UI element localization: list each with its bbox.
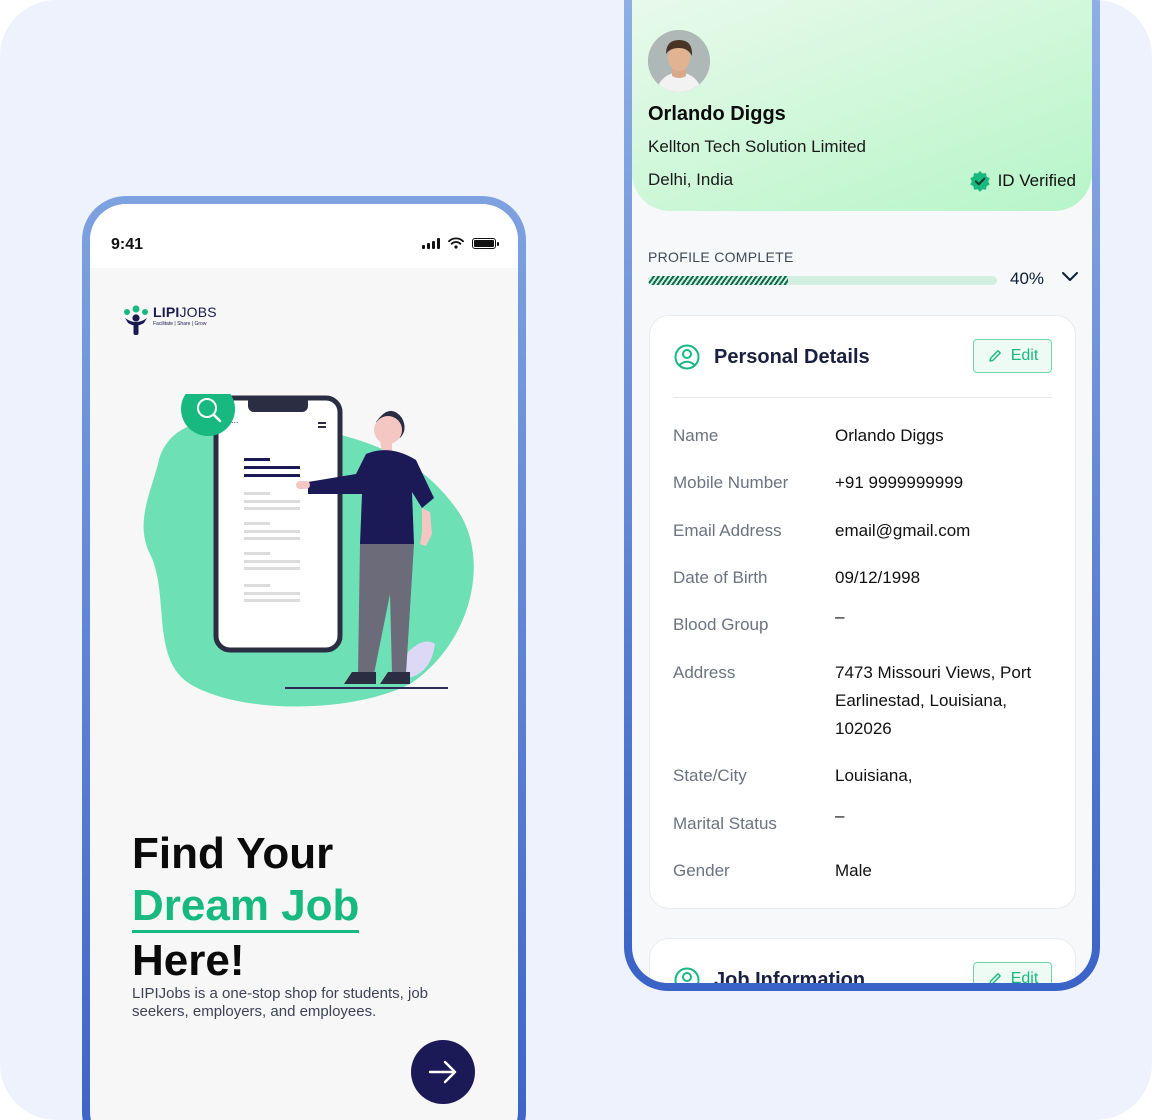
verified-badge-icon — [969, 171, 990, 192]
job-information-header: Job Information — [674, 967, 865, 983]
status-icons — [422, 237, 499, 249]
pencil-icon — [989, 973, 1001, 983]
personal-details-card: Personal Details Edit Name Orlando Diggs… — [649, 315, 1076, 909]
headline-line-1: Find Your — [132, 829, 334, 878]
field-value: 7473 Missouri Views, Port Earlinestad, L… — [835, 663, 1032, 738]
profile-screen: Orlando Diggs Kellton Tech Solution Limi… — [632, 0, 1092, 983]
status-time: 9:41 — [111, 236, 144, 253]
profile-location: Delhi, India — [648, 170, 734, 189]
field-value: email@gmail.com — [835, 521, 971, 540]
field-label: Address — [673, 663, 736, 682]
personal-details-header: Personal Details — [674, 344, 870, 370]
canvas-background: 9:41 LIPIJOBS Facilitate | Share | Grow … — [0, 0, 1152, 1120]
profile-complete-label: PROFILE COMPLETE — [648, 249, 794, 265]
profile-company: Kellton Tech Solution Limited — [648, 137, 866, 156]
profile-complete-fill — [648, 276, 788, 285]
field-label: Email Address — [673, 521, 782, 540]
avatar[interactable] — [648, 30, 710, 92]
field-label: Name — [673, 426, 719, 445]
field-label: Blood Group — [673, 615, 769, 634]
lipijobs-logo: LIPIJOBS Facilitate | Share | Grow — [123, 304, 217, 336]
signal-icon — [422, 237, 440, 249]
user-circle-icon — [674, 344, 700, 370]
edit-label: Edit — [1010, 347, 1039, 364]
user-circle-icon — [674, 967, 700, 983]
onboarding-phone: 9:41 LIPIJOBS Facilitate | Share | Grow … — [82, 196, 526, 1120]
arrow-right-icon — [428, 1060, 457, 1084]
logo-brand-light: JOBS — [179, 304, 217, 320]
headline-line-3: Here! — [132, 936, 245, 985]
verified-badge: ID Verified — [969, 170, 1076, 192]
profile-complete-value: 40% — [1010, 269, 1045, 288]
profile-phone: Orlando Diggs Kellton Tech Solution Limi… — [624, 0, 1100, 991]
hero-subcopy: LIPIJobs is a one-stop shop for students… — [132, 985, 429, 1020]
job-information-title: Job Information — [714, 968, 866, 984]
verified-label: ID Verified — [997, 171, 1076, 190]
logo-mark-icon — [124, 305, 148, 335]
profile-header: Orlando Diggs Kellton Tech Solution Limi… — [632, 0, 1092, 211]
pencil-icon — [989, 350, 1001, 362]
field-label: Marital Status — [673, 814, 777, 833]
field-label: Mobile Number — [673, 473, 789, 492]
job-information-edit-button[interactable]: Edit — [973, 962, 1052, 983]
field-value: 09/12/1998 — [835, 568, 921, 587]
job-information-card: Job Information Edit — [649, 938, 1076, 983]
headline-accent: Dream Job — [132, 884, 360, 933]
hero-headline: Find Your Dream Job Here! — [132, 828, 360, 987]
profile-name: Orlando Diggs — [648, 103, 786, 125]
field-value: Orlando Diggs — [835, 426, 944, 445]
wifi-icon — [448, 237, 464, 249]
svg-text:...: ... — [231, 415, 239, 425]
profile-complete-bar — [648, 276, 997, 285]
logo-brand-bold: LIPI — [153, 304, 180, 320]
field-value: +91 9999999999 — [835, 473, 964, 492]
field-label: Date of Birth — [673, 568, 768, 587]
next-button[interactable] — [411, 1040, 475, 1104]
field-value: – — [835, 607, 845, 626]
onboarding-screen: 9:41 LIPIJOBS Facilitate | Share | Grow … — [90, 204, 518, 1120]
job-search-illustration: ... — [143, 394, 474, 707]
field-label: State/City — [673, 766, 747, 785]
logo-tagline: Facilitate | Share | Grow — [153, 321, 207, 327]
edit-label: Edit — [1010, 970, 1039, 983]
battery-icon — [472, 237, 499, 249]
field-value: Male — [835, 861, 872, 880]
illustration-phone — [213, 395, 343, 653]
field-value: – — [835, 806, 845, 825]
card-divider — [673, 397, 1052, 398]
field-value: Louisiana, — [835, 766, 913, 785]
personal-details-edit-button[interactable]: Edit — [973, 339, 1052, 373]
personal-details-title: Personal Details — [714, 345, 870, 368]
status-bar: 9:41 — [90, 204, 518, 268]
chevron-down-icon[interactable] — [1060, 270, 1080, 284]
field-label: Gender — [673, 861, 730, 880]
